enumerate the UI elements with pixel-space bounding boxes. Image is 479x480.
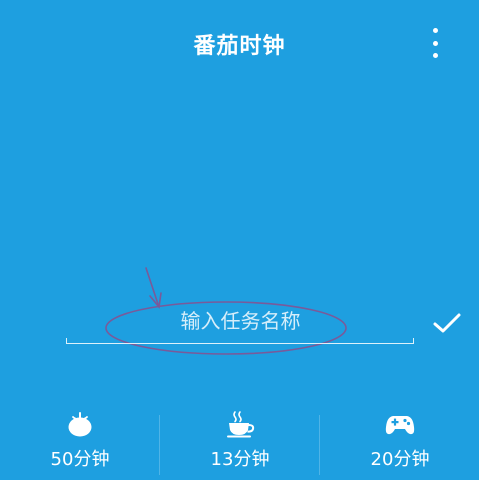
app-title: 番茄时钟 (193, 34, 286, 59)
tomato-icon (68, 412, 92, 437)
divider (159, 415, 160, 475)
more-vert-icon[interactable] (425, 28, 445, 58)
menu-dot (432, 40, 438, 46)
preset-label: 50分钟 (50, 449, 110, 470)
preset-13-minutes[interactable]: 13分钟 (165, 410, 315, 476)
task-name-input[interactable] (68, 302, 413, 340)
menu-dot (432, 53, 438, 58)
preset-label: 20分钟 (370, 449, 430, 470)
menu-dot (432, 28, 438, 33)
check-icon (433, 313, 461, 333)
gamepad-icon (385, 416, 415, 435)
preset-20-minutes[interactable]: 20分钟 (325, 410, 475, 476)
task-input-underline (66, 338, 414, 344)
coffee-cup-icon (227, 411, 255, 438)
annotation-overlay (105, 267, 347, 355)
preset-50-minutes[interactable]: 50分钟 (5, 410, 155, 476)
divider (319, 415, 320, 475)
confirm-button[interactable] (430, 308, 464, 338)
preset-label: 13分钟 (210, 449, 270, 470)
